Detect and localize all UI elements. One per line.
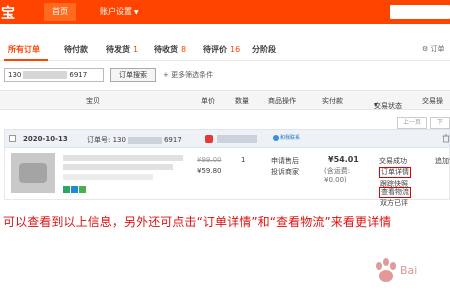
top-search-input[interactable] [390,5,450,19]
redacted-digits [127,136,162,144]
col-trade-ops: 交易操 [422,97,443,105]
original-price: ¥99.00 [197,156,222,164]
chevron-down-icon: ▾ [374,101,378,109]
tab-staged[interactable]: 分阶段 [252,44,276,55]
col-item: 宝贝 [86,97,100,105]
col-paid: 实付款 [322,97,343,105]
shop-name-redacted[interactable] [217,135,257,143]
col-trade-status-label: 交易状态 [374,102,402,110]
shipping-fee: (含运费: ¥0.00) [324,167,350,185]
top-nav-bar: 宝 首页 账户设置 ▼ [0,0,450,24]
shipping-fee-value: ¥0.00) [324,176,347,184]
tab-count: 1 [133,45,139,54]
order-no-prefix: 130 [8,71,22,79]
product-title-redacted[interactable] [63,164,173,170]
more-filters-label: 更多筛选条件 [171,71,214,79]
tab-label: 所有订单 [8,45,40,54]
guarantee-badge-icon [63,186,70,193]
complain-seller-link[interactable]: 投诉商家 [271,167,299,177]
nav-account-settings[interactable]: 账户设置 ▼ [92,3,147,21]
contact-seller-button[interactable]: 和我联系 [273,134,300,141]
order-no-prefix: 130 [112,136,126,144]
redacted-digits [23,71,68,79]
product-sku-redacted [63,174,153,180]
tab-pending-payment[interactable]: 待付款 [64,44,88,55]
taobao-logo[interactable]: 宝 [1,3,15,23]
order-checkbox[interactable] [9,135,16,142]
order-search-button[interactable]: 订单搜索 [110,68,156,82]
item-quantity: 1 [241,156,246,164]
tab-label: 分阶段 [252,45,276,54]
chat-icon [273,134,279,141]
order-table-header: 宝贝 单价 数量 商品操作 实付款 交易状态 ▾ 交易操 [0,90,450,110]
col-item-ops: 商品操作 [268,97,296,105]
order-status-tabs: 所有订单 待付款 待发货 1 待收货 8 待评价 16 分阶段 ⚙ 订单 [0,37,450,61]
tab-label: 待收货 [154,45,178,54]
tab-pending-receipt[interactable]: 待收货 8 [154,44,186,55]
nav-home[interactable]: 首页 [44,3,76,21]
product-title-redacted[interactable] [63,155,183,161]
order-no-label: 订单号: [87,136,111,144]
tab-count: 8 [181,45,187,54]
gear-icon: ⚙ [422,45,429,53]
unit-price: ¥59.80 [197,167,222,175]
order-date: 2020-10-13 [23,135,68,143]
chevron-down-icon: ▼ [134,9,139,16]
order-no-suffix: 6917 [163,136,182,144]
tab-pending-shipment[interactable]: 待发货 1 [106,44,138,55]
tab-label: 待评价 [203,45,227,54]
tab-label: 待发货 [106,45,130,54]
active-tab-indicator [4,59,48,61]
order-details-link[interactable]: 订单详情 [379,167,411,178]
paw-icon [376,258,396,282]
trash-icon[interactable] [441,133,450,143]
tab-label: 待付款 [64,45,88,54]
annotation-caption: 可以查看到以上信息，另外还可点击“订单详情”和“查看物流”来看更详情 [3,215,392,229]
shipping-fee-label: (含运费: [324,167,351,175]
review-status: 双方已评 [380,199,408,207]
next-page-button[interactable]: 下 [430,117,450,129]
apply-after-sales-link[interactable]: 申请售后 [271,156,299,166]
order-header-row: 2020-10-13 订单号: 130 6917 和我联系 [4,129,450,148]
watermark-text: Bai [400,264,418,277]
contact-seller-label: 和我联系 [280,135,301,141]
tab-count: 16 [230,45,241,54]
tab-pending-review[interactable]: 待评价 16 [203,44,240,55]
add-review-link[interactable]: 追加评 [435,156,450,166]
order-settings-link[interactable]: ⚙ 订单 [422,44,445,54]
more-filters-toggle[interactable]: + 更多筛选条件 [163,70,213,80]
trade-status: 交易成功 [379,157,407,165]
nav-account-label: 账户设置 [100,7,132,16]
service-badge-icon [71,186,78,193]
service-badges [63,186,87,195]
prev-page-button[interactable]: 上一页 [397,117,427,129]
genuine-badge-icon [79,186,86,193]
order-number: 订单号: 130 6917 [87,135,182,145]
col-quantity: 数量 [235,97,249,105]
tab-all-orders[interactable]: 所有订单 [8,44,40,55]
order-number-input[interactable]: 130 6917 [4,68,104,82]
plus-icon: + [163,71,172,79]
view-logistics-link[interactable]: 查看物流 [379,187,411,198]
col-unit-price: 单价 [201,97,215,105]
order-item-row: ¥99.00 ¥59.80 1 申请售后 投诉商家 ¥54.01 (含运费: ¥0… [4,148,450,207]
baidu-watermark: Bai [374,258,448,294]
product-thumbnail[interactable] [11,153,55,193]
order-no-suffix: 6917 [69,71,88,79]
paid-amount: ¥54.01 [328,155,359,164]
shop-icon [205,135,213,143]
order-settings-label: 订单 [430,45,445,53]
